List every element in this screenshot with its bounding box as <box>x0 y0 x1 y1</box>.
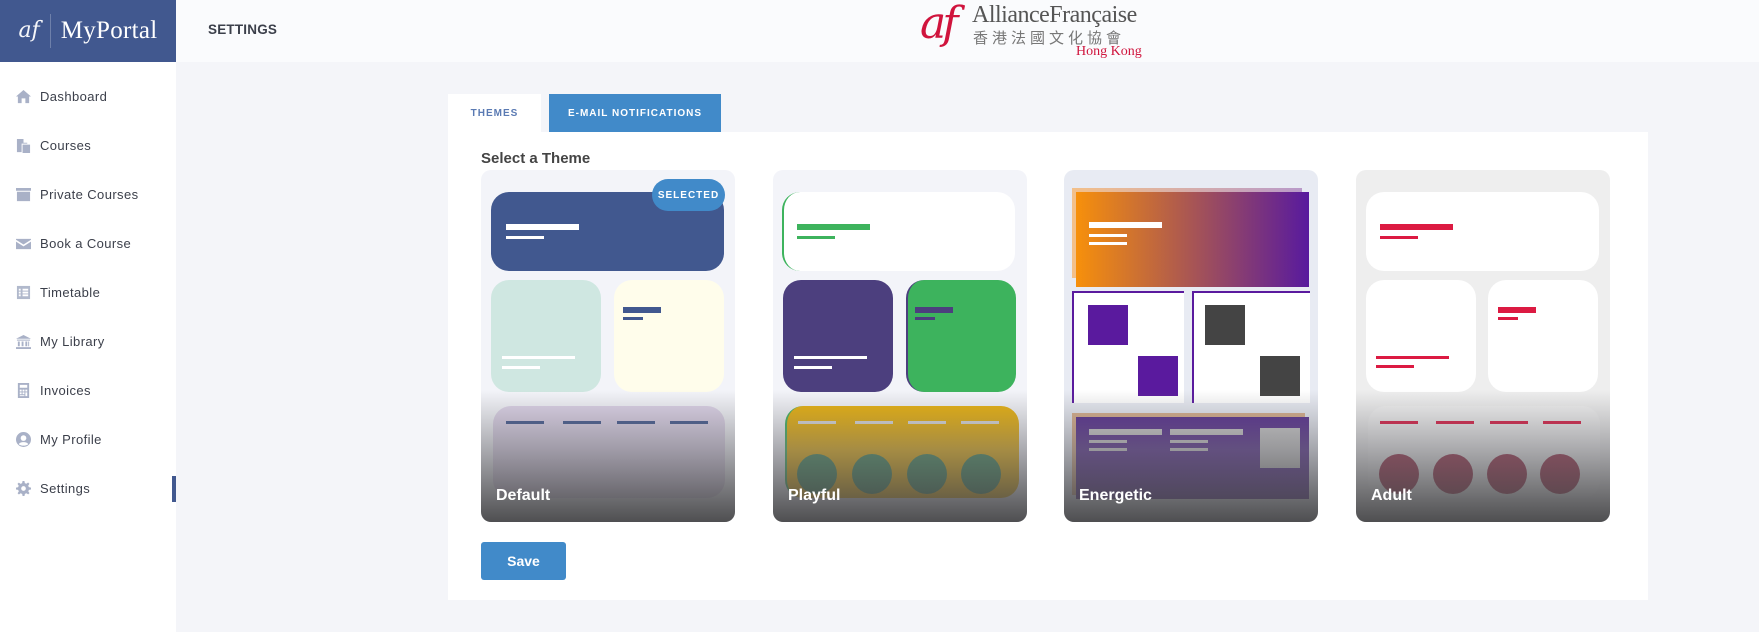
theme-name: Default <box>496 487 551 504</box>
sidebar-item-label: My Profile <box>40 432 102 447</box>
themes-panel: Select a Theme SELECTED Default Playful … <box>448 132 1648 600</box>
sidebar-item-label: Private Courses <box>40 187 139 202</box>
preview-card-left <box>783 280 893 392</box>
theme-name: Playful <box>788 487 841 504</box>
selected-badge: SELECTED <box>652 179 725 211</box>
brand-name: MyPortal <box>60 17 158 44</box>
logo-mark: af <box>920 0 958 49</box>
preview-line <box>506 224 579 230</box>
preview-line <box>502 366 540 369</box>
list-icon <box>16 285 31 300</box>
gear-icon <box>16 481 31 496</box>
theme-card-playful[interactable]: Playful <box>773 170 1027 522</box>
sidebar-item-label: Book a Course <box>40 236 132 251</box>
sidebar-item-label: Dashboard <box>40 89 108 104</box>
preview-line <box>797 224 870 230</box>
sidebar-item-invoices[interactable]: Invoices <box>0 366 176 415</box>
preview-hero <box>782 192 1015 271</box>
preview-line <box>502 356 575 359</box>
sidebar-item-my-profile[interactable]: My Profile <box>0 415 176 464</box>
save-button[interactable]: Save <box>481 542 566 580</box>
brand-logo[interactable]: af MyPortal <box>0 0 176 62</box>
page-title: SETTINGS <box>208 22 278 37</box>
sidebar-item-label: Settings <box>40 481 91 496</box>
alliance-francaise-logo: af AllianceFrançaise 香港法國文化協會 Hong Kong <box>920 0 1160 60</box>
logo-line-3: Hong Kong <box>1076 44 1142 59</box>
sidebar-item-courses[interactable]: Courses <box>0 121 176 170</box>
preview-line <box>623 307 661 313</box>
preview-hero <box>1076 192 1309 287</box>
sidebar-item-private-courses[interactable]: Private Courses <box>0 170 176 219</box>
envelope-icon <box>16 236 31 251</box>
preview-card-right <box>614 280 724 392</box>
preview-card-right <box>1488 280 1598 392</box>
sidebar-nav: Dashboard Courses Private Courses Book a… <box>0 62 176 513</box>
preview-line <box>1498 307 1536 313</box>
preview-line <box>797 236 835 239</box>
preview-hero <box>1366 192 1599 271</box>
theme-card-default[interactable]: SELECTED Default <box>481 170 735 522</box>
tab-email-notifications[interactable]: E-MAIL NOTIFICATIONS <box>549 94 721 132</box>
sidebar-item-my-library[interactable]: My Library <box>0 317 176 366</box>
preview-card-left <box>1366 280 1476 392</box>
home-icon <box>16 89 31 104</box>
preview-line <box>794 356 867 359</box>
theme-card-adult[interactable]: Adult <box>1356 170 1610 522</box>
preview-line <box>1380 224 1453 230</box>
sidebar-item-dashboard[interactable]: Dashboard <box>0 72 176 121</box>
sidebar: af MyPortal Dashboard Courses Private Co… <box>0 0 176 632</box>
preview-line <box>1380 236 1418 239</box>
institution-icon <box>16 334 31 349</box>
preview-card-right <box>906 280 1016 392</box>
preview-line <box>1498 317 1518 320</box>
top-header: SETTINGS af AllianceFrançaise 香港法國文化協會 H… <box>176 0 1759 62</box>
tab-themes[interactable]: THEMES <box>448 94 541 132</box>
sidebar-item-label: Courses <box>40 138 92 153</box>
archive-icon <box>16 187 31 202</box>
preview-line <box>1376 365 1414 368</box>
preview-line <box>1089 222 1162 228</box>
logo-line-1: AllianceFrançaise <box>972 2 1137 28</box>
preview-line <box>915 317 935 320</box>
sidebar-item-settings[interactable]: Settings <box>0 464 176 513</box>
preview-line <box>1376 356 1449 359</box>
theme-name: Energetic <box>1079 487 1152 504</box>
preview-line <box>794 366 832 369</box>
sidebar-item-timetable[interactable]: Timetable <box>0 268 176 317</box>
brand-mark: af <box>18 14 51 48</box>
preview-square <box>1088 305 1128 345</box>
preview-square <box>1205 305 1245 345</box>
preview-line <box>915 307 953 313</box>
theme-card-energetic[interactable]: Energetic <box>1064 170 1318 522</box>
preview-line <box>623 317 643 320</box>
sidebar-item-label: Timetable <box>40 285 101 300</box>
preview-line <box>506 236 544 239</box>
preview-card-left <box>491 280 601 392</box>
calculator-icon <box>16 383 31 398</box>
preview-line <box>1089 234 1127 237</box>
theme-name: Adult <box>1371 487 1412 504</box>
preview-line <box>1089 242 1127 245</box>
sidebar-item-label: Invoices <box>40 383 91 398</box>
section-title: Select a Theme <box>481 150 591 167</box>
sidebar-item-book-a-course[interactable]: Book a Course <box>0 219 176 268</box>
user-circle-icon <box>16 432 31 447</box>
copy-icon <box>16 138 31 153</box>
sidebar-item-label: My Library <box>40 334 105 349</box>
